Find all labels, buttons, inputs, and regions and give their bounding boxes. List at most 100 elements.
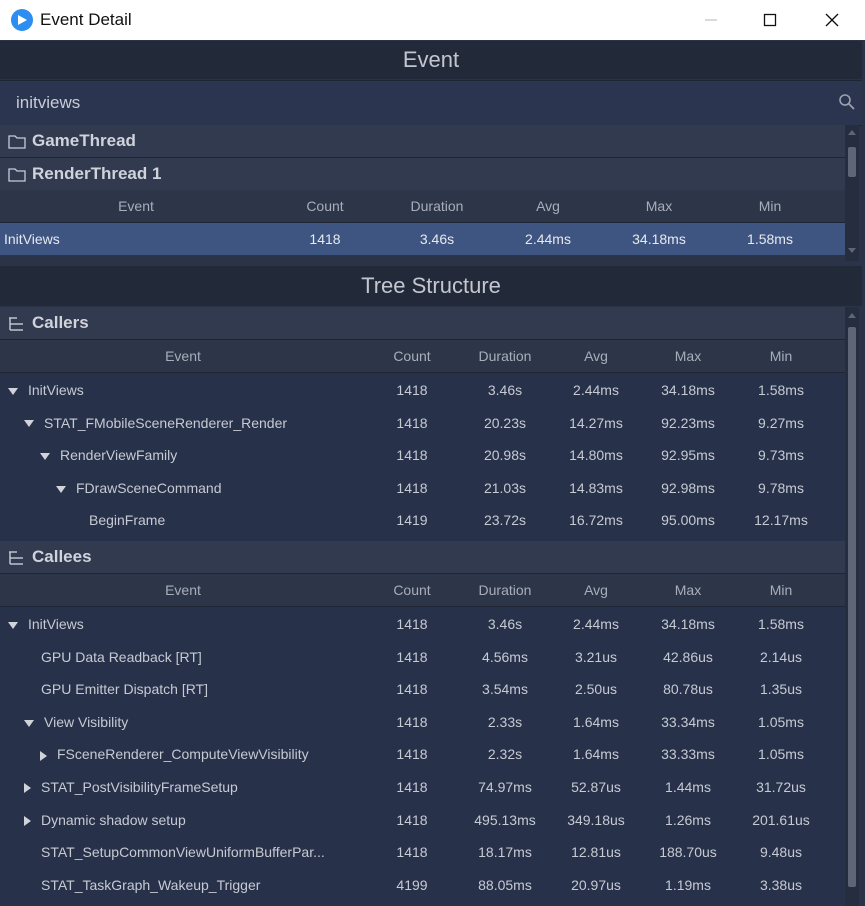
collapse-arrow-icon[interactable] [8,387,18,395]
cell-duration: 3.46s [487,616,523,632]
cell-event: Dynamic shadow setup [24,804,366,836]
cell-max: 188.70us [659,844,717,861]
column-header-count[interactable]: Count [366,574,458,606]
event-name: Dynamic shadow setup [41,811,186,828]
column-header-duration[interactable]: Duration [378,190,496,222]
scroll-thumb[interactable] [848,147,856,177]
expand-arrow-icon[interactable] [24,815,31,826]
tree-row[interactable]: STAT_FMobileSceneRenderer_Render 1418 20.2… [0,407,845,439]
close-button[interactable] [803,0,861,40]
expand-arrow-icon[interactable] [24,783,31,794]
event-row-selected[interactable]: InitViews 1418 3.46s 2.44ms 34.18ms 1.58… [0,223,845,255]
group-label: RenderThread 1 [32,164,162,183]
event-name: RenderViewFamily [60,447,178,464]
callees-header[interactable]: Callees [0,541,845,574]
tree-row[interactable]: InitViews 1418 3.46s 2.44ms 34.18ms 1.58ms [0,608,845,640]
tree-row[interactable]: STAT_TaskGraph_Wakeup_Trigger 4199 88.05ms… [0,869,845,901]
column-header-avg[interactable]: Avg [552,574,640,606]
cell-max: 80.78us [663,681,713,698]
column-header-avg[interactable]: Avg [552,340,640,372]
cell-duration: 88.05ms [478,876,532,893]
column-header-min[interactable]: Min [736,574,826,606]
cell-event: InitViews [8,374,366,406]
column-header-event[interactable]: Event [0,190,272,222]
column-header-avg[interactable]: Avg [496,190,600,222]
tree-row[interactable]: STAT_SetupCommonViewUniformBufferPar... 1… [0,836,845,868]
event-name: FSceneRenderer_ComputeViewVisibility [57,746,309,763]
group-renderthread[interactable]: RenderThread 1 [0,158,845,191]
maximize-button[interactable] [741,0,799,40]
tree-row[interactable]: FSceneRenderer_ComputeViewVisibility 1418… [0,738,845,770]
cell-count: 1418 [396,746,428,763]
callers-header[interactable]: Callers [0,307,845,340]
column-header-duration[interactable]: Duration [458,574,552,606]
cell-duration: 3.46s [487,382,523,398]
scroll-up-icon[interactable] [848,130,856,135]
scroll-up-icon[interactable] [848,313,856,318]
cell-duration: 2.32s [487,746,523,763]
event-scrollbar[interactable] [845,125,859,261]
cell-avg: 12.81us [571,844,621,861]
cell-count: 1418 [396,811,428,828]
cell-avg: 14.83ms [569,479,623,496]
folder-icon [8,168,26,182]
cell-avg: 2.44ms [525,231,571,247]
expand-arrow-icon[interactable] [40,750,47,761]
event-name: STAT_FMobileSceneRenderer_Render [44,414,288,431]
tree-row[interactable]: STAT_PostVisibilityFrameSetup 1418 74.97ms… [0,771,845,803]
event-name: STAT_PostVisibilityFrameSetup [41,779,238,795]
tree-row[interactable]: GPU Emitter Dispatch [RT] 1418 3.54ms 2.50u… [0,673,845,705]
tree-row[interactable]: InitViews 1418 3.46s 2.44ms 34.18ms 1.58ms [0,374,845,406]
column-header-event[interactable]: Event [0,340,366,372]
column-header-max[interactable]: Max [640,340,736,372]
column-header-count[interactable]: Count [366,340,458,372]
tree-scrollbar[interactable] [845,307,859,906]
collapse-arrow-icon[interactable] [40,452,50,460]
tree-row[interactable]: BeginFrame 1419 23.72s 16.72ms 95.00ms 12.17m… [0,504,845,536]
scroll-down-icon[interactable] [848,248,856,253]
cell-event: InitViews [8,608,366,640]
column-header-min[interactable]: Min [736,340,826,372]
tree-row[interactable]: FDrawSceneCommand 1418 21.03s 14.83ms 92.98m… [0,472,845,504]
column-header-event[interactable]: Event [0,574,366,606]
cell-max: 1.44ms [665,779,711,795]
cell-count: 1418 [396,648,428,665]
cell-duration: 3.46s [419,231,455,247]
folder-icon [8,135,26,149]
collapse-arrow-icon[interactable] [24,719,34,727]
minimize-icon [705,19,717,21]
collapse-arrow-icon[interactable] [24,420,34,428]
cell-min: 9.78ms [758,479,804,496]
scroll-thumb[interactable] [848,327,856,887]
cell-duration: 74.97ms [478,779,532,795]
collapse-arrow-icon[interactable] [8,621,18,629]
column-header-max[interactable]: Max [640,574,736,606]
cell-min: 2.14us [759,648,803,665]
cell-min: 31.72us [756,779,806,795]
column-header-duration[interactable]: Duration [458,340,552,372]
tree-row[interactable]: RenderViewFamily 1418 20.98s 14.80ms 92.95ms… [0,439,845,471]
cell-count: 1418 [396,844,428,861]
cell-min: 9.27ms [758,414,804,431]
event-name: FDrawSceneCommand [76,479,222,496]
collapse-arrow-icon[interactable] [56,485,66,493]
event-name: STAT_TaskGraph_Wakeup_Trigger [41,876,261,893]
minimize-button[interactable] [682,0,740,40]
cell-max: 92.23ms [661,414,715,431]
tree-row[interactable]: View Visibility 1418 2.33s 1.64ms 33.34ms 1.0… [0,706,845,738]
column-header-min[interactable]: Min [718,190,822,222]
callers-table-header: Event Count Duration Avg Max Min [0,340,845,373]
tree-row[interactable]: GPU Data Readback [RT] 1418 4.56ms 3.21us 42… [0,641,845,673]
cell-count: 1418 [396,414,428,431]
cell-avg: 2.50us [574,681,618,698]
search-input[interactable] [14,89,808,117]
column-header-max[interactable]: Max [600,190,718,222]
group-gamethread[interactable]: GameThread [0,125,845,158]
column-header-count[interactable]: Count [272,190,378,222]
tree-row[interactable]: Dynamic shadow setup 1418 495.13ms 349.18us… [0,804,845,836]
maximize-icon [763,13,777,27]
cell-avg: 3.21us [574,648,618,665]
search-icon[interactable] [838,93,856,111]
cell-event: BeginFrame [72,504,366,536]
cell-count: 1418 [396,616,428,632]
